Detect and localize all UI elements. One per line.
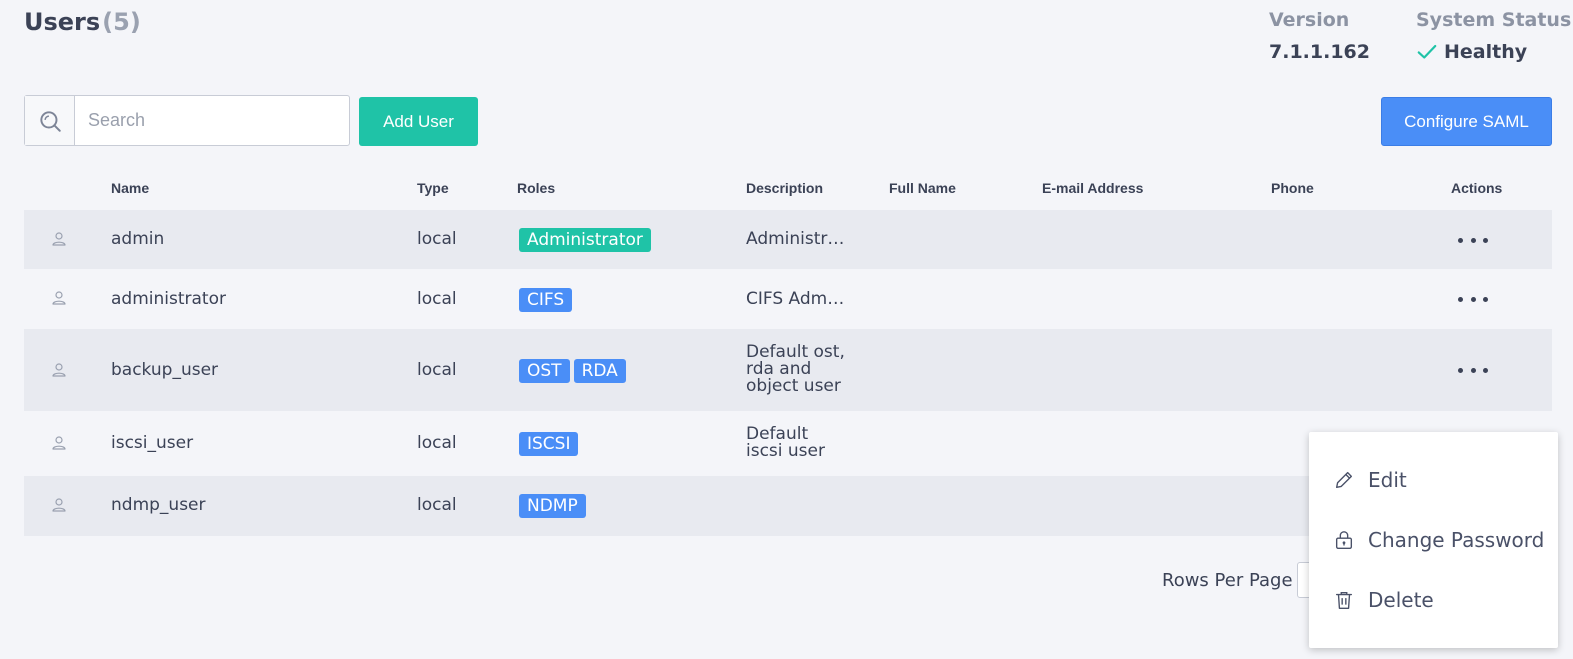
row-actions-button[interactable] — [1458, 232, 1488, 248]
user-icon — [52, 436, 66, 450]
user-type: local — [417, 289, 457, 309]
dot-icon — [1470, 237, 1476, 243]
user-type: local — [417, 229, 457, 249]
table-row[interactable]: backup_user local OST RDA Default ost, r… — [24, 329, 1552, 411]
row-actions-button[interactable] — [1458, 291, 1488, 307]
menu-item-label: Delete — [1368, 588, 1434, 612]
menu-item-label: Change Password — [1368, 528, 1545, 552]
column-header-type[interactable]: Type — [417, 180, 449, 196]
dot-icon — [1483, 237, 1488, 243]
dot-icon — [1458, 296, 1463, 302]
dot-icon — [1470, 296, 1476, 302]
user-count: (5) — [102, 8, 141, 36]
user-description: CIFS Adm… — [746, 289, 845, 309]
system-status-text: Healthy — [1444, 41, 1528, 63]
user-name: administrator — [111, 289, 226, 309]
menu-item-edit[interactable]: Edit — [1309, 452, 1558, 508]
row-actions-menu: Edit Change Password Delete — [1309, 432, 1558, 648]
role-badge: Administrator — [519, 228, 651, 252]
dot-icon — [1470, 367, 1476, 373]
page-title: Users(5) — [24, 8, 141, 36]
search-icon — [39, 110, 61, 132]
lock-icon — [1335, 531, 1353, 549]
system-status-value: Healthy — [1416, 41, 1527, 63]
checkmark-icon — [1417, 44, 1437, 59]
version-value: 7.1.1.162 — [1269, 41, 1370, 63]
add-user-button[interactable]: Add User — [359, 97, 478, 146]
pencil-icon — [1335, 471, 1353, 489]
user-icon — [52, 232, 66, 246]
role-badge: ISCSI — [519, 432, 579, 456]
table-row[interactable]: administrator local CIFS CIFS Adm… — [24, 269, 1552, 329]
user-roles: OST RDA — [519, 359, 630, 383]
menu-item-delete[interactable]: Delete — [1309, 572, 1558, 628]
menu-item-change-password[interactable]: Change Password — [1309, 512, 1558, 568]
user-roles: ISCSI — [519, 432, 582, 456]
column-header-full-name[interactable]: Full Name — [889, 180, 956, 196]
user-name: backup_user — [111, 360, 219, 380]
user-name: iscsi_user — [111, 433, 194, 453]
column-header-actions: Actions — [1451, 180, 1503, 196]
user-icon — [52, 498, 66, 512]
user-roles: NDMP — [519, 494, 590, 518]
configure-saml-button[interactable]: Configure SAML — [1381, 97, 1552, 146]
column-header-description[interactable]: Description — [746, 180, 823, 196]
search-box[interactable] — [24, 95, 350, 146]
menu-item-label: Edit — [1368, 468, 1407, 492]
user-type: local — [417, 433, 457, 453]
search-input[interactable] — [75, 96, 349, 145]
role-badge: RDA — [573, 359, 626, 383]
user-description: Default ost, rda and object user — [746, 342, 845, 396]
trash-icon — [1335, 591, 1353, 609]
user-description: Administr… — [746, 229, 845, 249]
version-label: Version — [1269, 9, 1350, 31]
user-icon — [52, 291, 66, 305]
dot-icon — [1483, 296, 1488, 302]
dot-icon — [1458, 237, 1463, 243]
user-type: local — [417, 360, 457, 380]
user-name: ndmp_user — [111, 495, 206, 515]
dot-icon — [1458, 367, 1463, 373]
column-header-phone[interactable]: Phone — [1271, 180, 1314, 196]
dot-icon — [1483, 367, 1488, 373]
user-type: local — [417, 495, 457, 515]
user-name: admin — [111, 229, 165, 249]
page-title-text: Users — [24, 8, 101, 36]
column-header-name[interactable]: Name — [111, 180, 149, 196]
rows-per-page-label: Rows Per Page — [1162, 570, 1293, 591]
column-header-roles[interactable]: Roles — [517, 180, 555, 196]
table-row[interactable]: admin local Administrator Administr… — [24, 210, 1552, 269]
user-roles: Administrator — [519, 228, 655, 252]
user-icon — [52, 363, 66, 377]
role-badge: NDMP — [519, 494, 586, 518]
column-header-email[interactable]: E-mail Address — [1042, 180, 1143, 196]
row-actions-button[interactable] — [1458, 362, 1488, 378]
system-status-label: System Status — [1416, 9, 1572, 31]
role-badge: OST — [519, 359, 570, 383]
search-icon-container[interactable] — [25, 96, 75, 145]
role-badge: CIFS — [519, 288, 573, 312]
user-roles: CIFS — [519, 288, 576, 312]
user-description: Default iscsi user — [746, 424, 825, 461]
